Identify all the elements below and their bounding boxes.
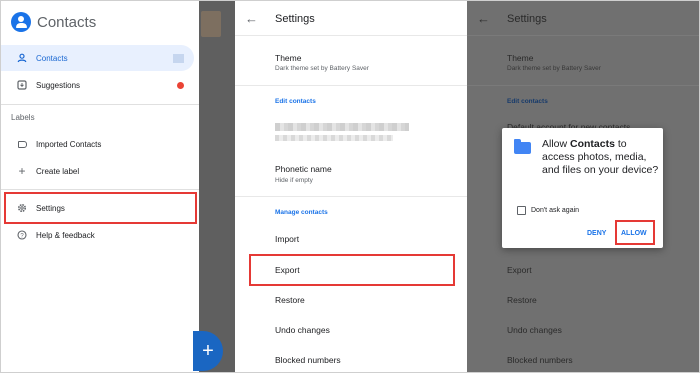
contacts-logo-icon <box>11 12 31 32</box>
back-arrow-icon: ← <box>477 11 490 26</box>
settings-screen: ← Settings Theme Dark theme set by Batte… <box>235 1 467 372</box>
dont-ask-again-checkbox[interactable] <box>517 206 526 215</box>
section-divider <box>235 85 467 86</box>
deny-button[interactable]: DENY <box>587 230 606 237</box>
restore-item[interactable]: Restore <box>275 295 305 305</box>
setting-subtitle: Hide if empty <box>275 177 313 184</box>
manage-contacts-header: Manage contacts <box>275 209 328 216</box>
drawer-item-label: Contacts <box>36 53 68 63</box>
undo-changes-item: Undo changes <box>507 325 562 335</box>
app-brand: Contacts <box>11 9 96 35</box>
drawer-item-label: Imported Contacts <box>36 139 102 149</box>
blurred-account-row <box>275 123 409 131</box>
highlight-settings-box <box>4 192 197 224</box>
appbar-divider <box>235 35 467 36</box>
app-name: Contacts <box>37 13 97 31</box>
drawer-item-contacts[interactable]: Contacts <box>1 45 194 71</box>
highlight-allow-box <box>615 220 655 245</box>
plus-icon: + <box>18 164 26 178</box>
contact-thumbnail <box>201 11 221 37</box>
setting-title: Theme <box>275 53 302 63</box>
permission-message: Allow Contacts to access photos, media, … <box>542 138 659 176</box>
export-item: Export <box>507 265 532 275</box>
drawer-divider <box>1 104 199 105</box>
labels-header: Labels <box>11 113 35 122</box>
undo-changes-item[interactable]: Undo changes <box>275 325 330 335</box>
section-divider <box>235 196 467 197</box>
drawer-item-imported-contacts[interactable]: Imported Contacts <box>1 131 194 157</box>
blocked-numbers-item[interactable]: Blocked numbers <box>275 355 341 365</box>
navigation-drawer: Contacts Contacts Suggestions Labels Imp… <box>1 1 199 372</box>
folder-icon <box>514 139 531 154</box>
settings-title: Settings <box>275 13 315 25</box>
person-icon <box>16 52 28 64</box>
setting-title: Theme <box>507 53 534 63</box>
appbar-divider <box>467 35 699 36</box>
drawer-divider <box>1 189 199 190</box>
help-icon: ? <box>16 229 28 241</box>
blurred-account-subtext <box>275 135 393 141</box>
edit-contacts-header: Edit contacts <box>507 98 548 105</box>
edit-contacts-header: Edit contacts <box>275 98 316 105</box>
setting-subtitle: Dark theme set by Battery Saver <box>275 65 369 72</box>
screenshot-frame: Contacts Contacts Suggestions Labels Imp… <box>0 0 700 373</box>
drawer-item-label: Create label <box>36 166 80 176</box>
back-arrow-icon[interactable]: ← <box>245 11 258 26</box>
restore-item: Restore <box>507 295 537 305</box>
dimmed-background-strip <box>199 1 235 372</box>
dont-ask-again-label[interactable]: Don't ask again <box>531 207 579 214</box>
import-item[interactable]: Import <box>275 234 299 244</box>
contacts-count-badge <box>173 53 184 63</box>
setting-title: Phonetic name <box>275 164 332 174</box>
drawer-item-label: Suggestions <box>36 80 81 90</box>
drawer-item-label: Help & feedback <box>36 230 95 240</box>
label-icon <box>16 138 28 150</box>
suggestions-icon <box>16 79 28 91</box>
drawer-item-suggestions[interactable]: Suggestions <box>1 72 194 98</box>
setting-subtitle: Dark theme set by Battery Saver <box>507 65 601 72</box>
drawer-item-help-feedback[interactable]: ? Help & feedback <box>1 222 194 248</box>
section-divider <box>467 85 699 86</box>
drawer-item-create-label[interactable]: + Create label <box>1 158 194 184</box>
blocked-numbers-item: Blocked numbers <box>507 355 573 365</box>
settings-title: Settings <box>507 13 547 25</box>
highlight-export-box <box>249 254 455 286</box>
notification-dot <box>177 81 184 89</box>
